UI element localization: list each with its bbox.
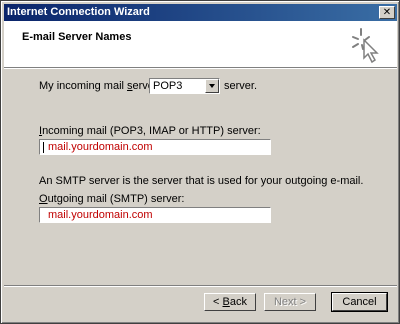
- header-divider: [4, 67, 397, 69]
- next-button[interactable]: Next >: [264, 293, 316, 311]
- incoming-type-label-prefix: My incoming mail: [39, 80, 128, 92]
- window-title: Internet Connection Wizard: [7, 6, 150, 18]
- wizard-sparkle-cursor-icon: [352, 28, 379, 64]
- incoming-server-type-value: POP3: [153, 80, 183, 92]
- outgoing-label-rest: utgoing mail (SMTP) server:: [47, 193, 185, 205]
- back-access-key: B: [222, 296, 230, 308]
- incoming-server-label: Incoming mail (POP3, IMAP or HTTP) serve…: [39, 125, 261, 137]
- close-icon: ✕: [382, 7, 392, 18]
- cancel-button[interactable]: Cancel: [331, 292, 388, 312]
- chevron-down-icon[interactable]: [205, 79, 219, 93]
- outgoing-server-label: Outgoing mail (SMTP) server:: [39, 193, 185, 205]
- back-button[interactable]: < Back: [204, 293, 256, 311]
- close-button[interactable]: ✕: [379, 6, 395, 19]
- incoming-server-input[interactable]: mail.yourdomain.com: [39, 139, 271, 155]
- back-button-label: ack: [229, 296, 247, 308]
- server-suffix-label: server.: [224, 80, 258, 92]
- outgoing-access-key: O: [39, 193, 48, 205]
- incoming-server-value: mail.yourdomain.com: [48, 141, 153, 153]
- back-button-arrow: <: [213, 296, 223, 308]
- incoming-label-rest: ncoming mail (POP3, IMAP or HTTP) server…: [42, 125, 261, 137]
- outgoing-server-value: mail.yourdomain.com: [48, 209, 153, 221]
- wizard-window: Internet Connection Wizard ✕ E-mail Serv…: [0, 0, 400, 324]
- incoming-server-type-select[interactable]: POP3: [149, 78, 220, 94]
- title-bar[interactable]: Internet Connection Wizard ✕: [4, 4, 397, 21]
- outgoing-server-input[interactable]: mail.yourdomain.com: [39, 207, 271, 223]
- page-title: E-mail Server Names: [22, 31, 132, 43]
- footer-divider: [4, 285, 397, 287]
- wizard-header: E-mail Server Names: [4, 21, 397, 67]
- text-caret: [43, 142, 44, 153]
- smtp-description: An SMTP server is the server that is use…: [39, 175, 364, 187]
